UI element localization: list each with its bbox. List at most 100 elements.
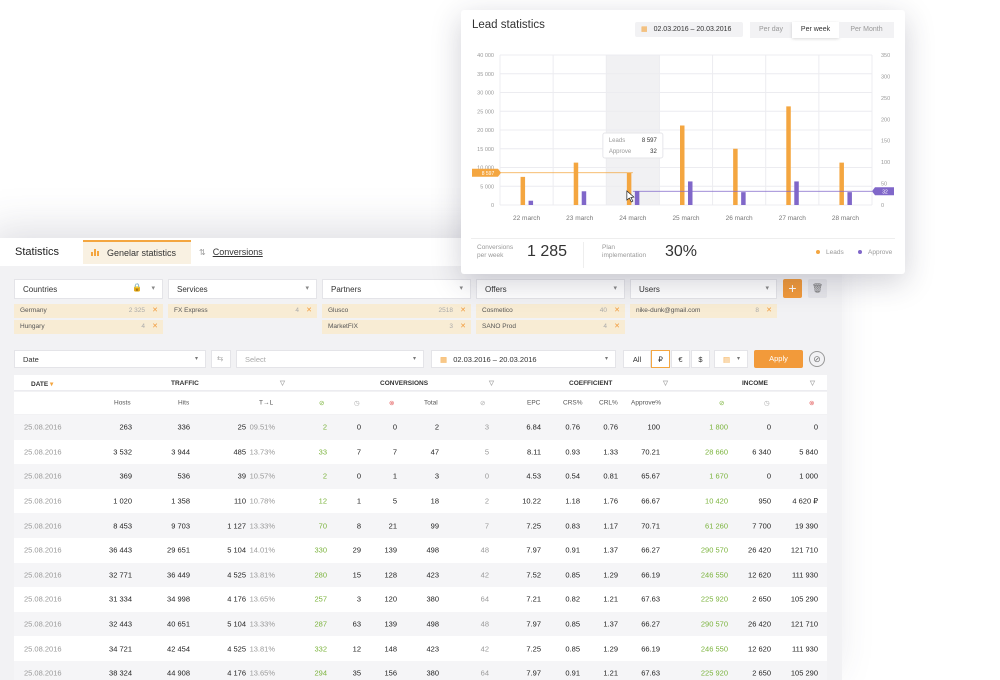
table-row[interactable]: 25.08.2016 34 721 42 454 4 525 13.81% 332 12 14…: [14, 636, 827, 661]
cell-epc: 10.22: [522, 496, 541, 506]
cell-approve-pct: 70.21: [641, 447, 660, 457]
table-row[interactable]: 25.08.2016 36 443 29 651 5 104 14.01% 330 29 13…: [14, 538, 827, 563]
cell-hits: 36 449: [167, 570, 190, 580]
cell-tl-pct: 13.65%: [249, 668, 275, 678]
chip-cosmetico[interactable]: Cosmetico 40 ✕: [476, 304, 625, 318]
table-row[interactable]: 25.08.2016 1 020 1 358 110 10.78% 12 1 5 18 2 10.2…: [14, 488, 827, 514]
group-by-select[interactable]: Date ▾: [14, 350, 206, 368]
conversions-value: 1 285: [527, 243, 568, 260]
table-row[interactable]: 25.08.2016 8 453 9 703 1 127 13.33% 70 8 21 99 7 7…: [14, 513, 827, 538]
close-icon[interactable]: ✕: [614, 306, 620, 314]
chip-user-email[interactable]: nike-dunk@gmail.com 8 ✕: [630, 304, 777, 318]
apply-button[interactable]: Apply: [754, 350, 803, 368]
cell-tl: 5 104: [227, 619, 246, 629]
filter-countries[interactable]: Countries 🔒 ▾: [14, 279, 163, 299]
date-range-value: 02.03.2016 – 20.03.2016: [453, 355, 537, 364]
tab-conversions[interactable]: ⇅ Conversions: [191, 240, 291, 264]
chevron-down-icon: ▾: [305, 285, 309, 292]
close-icon[interactable]: ✕: [766, 306, 772, 314]
currency-eur[interactable]: €: [671, 350, 690, 368]
currency-rub[interactable]: ₽: [651, 350, 670, 368]
x-tick-label: 26 march: [726, 215, 753, 222]
delete-filter-button[interactable]: 🗑: [808, 279, 827, 298]
cell-crl: 1.21: [603, 594, 618, 604]
close-icon[interactable]: ✕: [614, 322, 620, 330]
table-row[interactable]: 25.08.2016 32 443 40 651 5 104 13.33% 287 63 13…: [14, 611, 827, 637]
cell-epc: 7.25: [526, 521, 541, 531]
cell-hosts: 1 020: [113, 496, 132, 506]
table-row[interactable]: 25.08.2016 263 336 25 09.51% 2 0 0 2 3 6.84 0.76 0.7…: [14, 415, 827, 440]
chip-germany[interactable]: Germany 2 325 ✕: [14, 304, 163, 318]
close-icon[interactable]: ✕: [460, 306, 466, 314]
cell-date: 25.08.2016: [24, 447, 62, 457]
cell-hits: 44 908: [167, 668, 190, 678]
table-row[interactable]: 25.08.2016 369 536 39 10.57% 2 0 1 3 0 4.53 0.54 0.8…: [14, 464, 827, 489]
add-filter-button[interactable]: +: [783, 279, 802, 298]
filter-icon[interactable]: ▽: [810, 379, 815, 387]
filter-offers[interactable]: Offers ▾: [476, 279, 625, 299]
close-icon[interactable]: ✕: [152, 306, 158, 314]
currency-usd[interactable]: $: [691, 350, 710, 368]
export-dropdown[interactable]: ▤ ▾: [714, 350, 748, 368]
cell-tl: 4 176: [227, 668, 246, 678]
x-tick-label: 23 march: [566, 215, 593, 222]
y-tick-left: 40 000: [477, 53, 494, 59]
bar-approve: [528, 200, 534, 205]
cell-crs: 0.76: [565, 422, 580, 432]
filter-services[interactable]: Services ▾: [168, 279, 317, 299]
date-range-picker[interactable]: ▦ 02.03.2016 – 20.03.2016 ▾: [431, 350, 616, 368]
chip-sano-prod[interactable]: SANO Prod 4 ✕: [476, 320, 625, 334]
table-row[interactable]: 25.08.2016 38 324 44 908 4 176 13.65% 294 35 15…: [14, 661, 827, 680]
chip-marketfix[interactable]: MarketFIX 3 ✕: [322, 320, 471, 334]
swap-button[interactable]: ⇆: [211, 350, 231, 368]
table-row[interactable]: 25.08.2016 32 771 36 449 4 525 13.81% 280 15 12…: [14, 562, 827, 588]
cell-conv-trash: 48: [480, 619, 489, 629]
chip-glusco[interactable]: Glusco 2518 ✕: [322, 304, 471, 318]
bar-approve: [794, 181, 799, 205]
reset-button[interactable]: ⊘: [809, 351, 825, 367]
cell-income-rejected: 0: [813, 422, 818, 432]
chip-label: Hungary: [20, 323, 45, 330]
tab-general-statistics[interactable]: Genelar statistics: [83, 240, 191, 264]
cell-hits: 336: [177, 422, 190, 432]
cell-date: 25.08.2016: [24, 644, 62, 654]
cell-hits: 34 998: [167, 594, 190, 604]
chip-fx-express[interactable]: FX Express 4 ✕: [168, 304, 317, 318]
cell-conv-rejected: 1: [392, 471, 397, 481]
cell-crl: 1.29: [603, 644, 618, 654]
pending-icon: ◷: [354, 400, 360, 407]
chip-count: 40: [599, 307, 607, 314]
close-icon[interactable]: ✕: [306, 306, 312, 314]
chip-count: 4: [295, 307, 299, 314]
cell-crs: 0.91: [565, 545, 580, 555]
cell-tl-pct: 09.51%: [249, 422, 275, 432]
close-icon[interactable]: ✕: [460, 322, 466, 330]
chip-count: 2518: [438, 307, 453, 314]
cell-crl: 1.37: [603, 545, 618, 555]
cell-hosts: 34 721: [109, 644, 132, 654]
currency-all[interactable]: All: [623, 350, 651, 368]
filter-partners[interactable]: Partners ▾: [322, 279, 471, 299]
filter-icon[interactable]: ▽: [280, 379, 285, 387]
cell-approve-pct: 66.67: [641, 496, 660, 506]
chip-hungary[interactable]: Hungary 4 ✕: [14, 320, 163, 334]
select-dropdown[interactable]: Select ▾: [236, 350, 424, 368]
cell-conv-rejected: 156: [384, 668, 397, 678]
cell-income-pending: 6 340: [752, 447, 771, 457]
currency-label: €: [678, 355, 683, 364]
col-date[interactable]: DATE ▾: [31, 380, 53, 388]
lead-statistics-card: Lead statistics ▦ 02.03.2016 – 20.03.201…: [461, 10, 905, 274]
cell-income-approved: 1 670: [709, 471, 728, 481]
bar-leads: [733, 148, 738, 205]
cell-income-pending: 26 420: [748, 545, 771, 555]
table-row[interactable]: 25.08.2016 3 532 3 944 485 13.73% 33 7 7 47 5 8.11…: [14, 439, 827, 465]
chevron-down-icon: ▾: [604, 356, 608, 362]
cell-conv-total: 47: [430, 447, 439, 457]
filter-users[interactable]: Users ▾: [630, 279, 777, 299]
filter-icon[interactable]: ▽: [663, 379, 668, 387]
cell-hosts: 31 334: [109, 594, 132, 604]
filter-icon[interactable]: ▽: [489, 379, 494, 387]
table-row[interactable]: 25.08.2016 31 334 34 998 4 176 13.65% 257 3 120…: [14, 587, 827, 612]
close-icon[interactable]: ✕: [152, 322, 158, 330]
cell-epc: 7.21: [526, 594, 541, 604]
